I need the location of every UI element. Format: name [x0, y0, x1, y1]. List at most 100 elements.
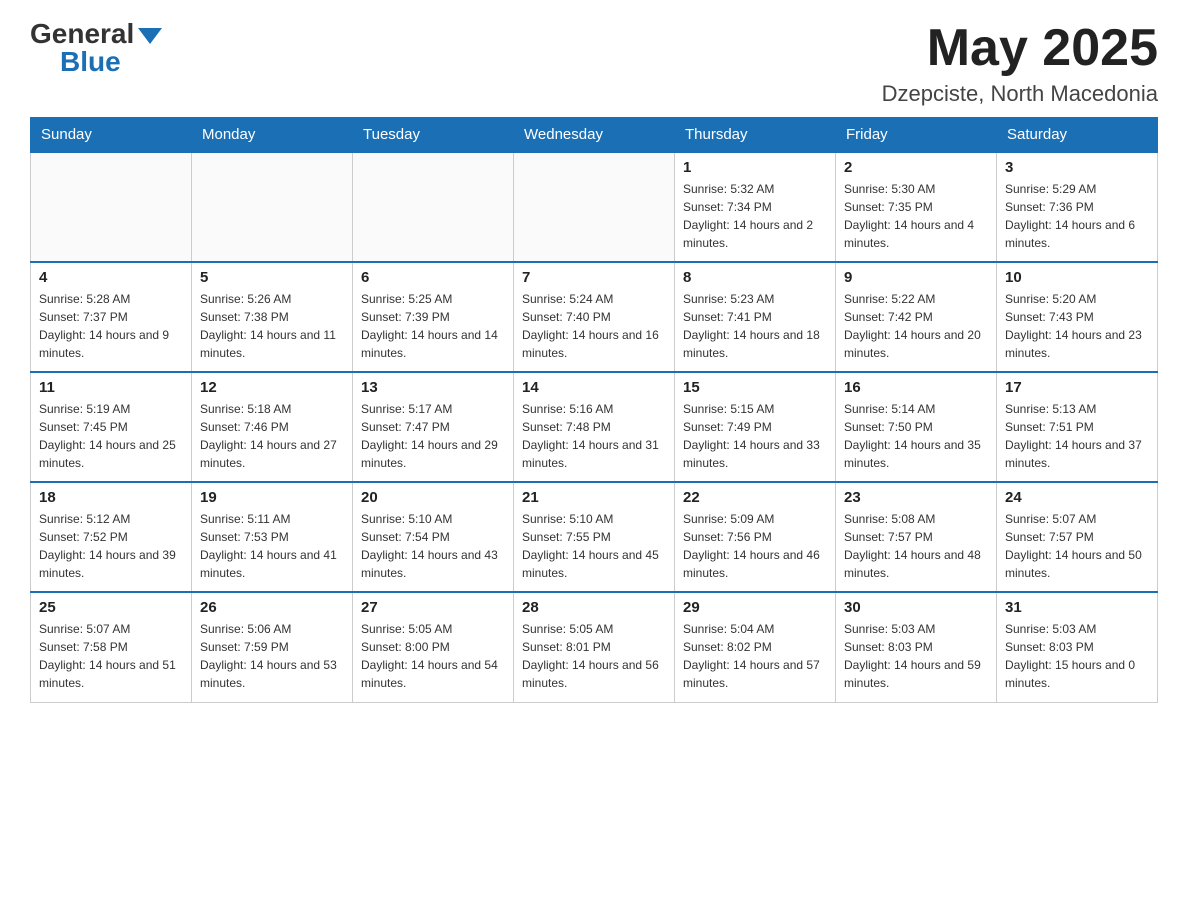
calendar-cell: [192, 152, 353, 262]
logo: General Blue: [30, 20, 162, 76]
day-number: 4: [39, 269, 183, 286]
column-header-monday: Monday: [192, 118, 353, 153]
day-number: 10: [1005, 269, 1149, 286]
day-info: Sunrise: 5:32 AMSunset: 7:34 PMDaylight:…: [683, 180, 827, 252]
day-number: 18: [39, 489, 183, 506]
day-number: 5: [200, 269, 344, 286]
day-number: 29: [683, 599, 827, 616]
calendar-cell: 17Sunrise: 5:13 AMSunset: 7:51 PMDayligh…: [997, 372, 1158, 482]
calendar-cell: 10 Sunrise: 5:20 AMSunset: 7:43 PMDayligh…: [997, 262, 1158, 372]
day-number: 28: [522, 599, 666, 616]
location-subtitle: Dzepciste, North Macedonia: [882, 81, 1158, 107]
day-number: 14: [522, 379, 666, 396]
calendar-cell: 9Sunrise: 5:22 AMSunset: 7:42 PMDaylight…: [836, 262, 997, 372]
calendar-cell: 26 Sunrise: 5:06 AMSunset: 7:59 PMDayligh…: [192, 592, 353, 702]
calendar-cell: 20 Sunrise: 5:10 AMSunset: 7:54 PMDayligh…: [353, 482, 514, 592]
day-info: Sunrise: 5:10 AMSunset: 7:54 PMDaylight:…: [361, 510, 505, 582]
day-info: Sunrise: 5:16 AMSunset: 7:48 PMDaylight:…: [522, 400, 666, 472]
day-number: 31: [1005, 599, 1149, 616]
column-header-tuesday: Tuesday: [353, 118, 514, 153]
calendar-week-row: 11Sunrise: 5:19 AMSunset: 7:45 PMDayligh…: [31, 372, 1158, 482]
day-number: 7: [522, 269, 666, 286]
calendar-cell: 8Sunrise: 5:23 AMSunset: 7:41 PMDaylight…: [675, 262, 836, 372]
day-info: Sunrise: 5:20 AMSunset: 7:43 PMDaylight:…: [1005, 290, 1149, 362]
day-info: Sunrise: 5:15 AMSunset: 7:49 PMDaylight:…: [683, 400, 827, 472]
calendar-table: SundayMondayTuesdayWednesdayThursdayFrid…: [30, 117, 1158, 703]
day-info: Sunrise: 5:05 AMSunset: 8:01 PMDaylight:…: [522, 620, 666, 692]
calendar-week-row: 18 Sunrise: 5:12 AMSunset: 7:52 PMDayligh…: [31, 482, 1158, 592]
column-header-saturday: Saturday: [997, 118, 1158, 153]
calendar-cell: 12 Sunrise: 5:18 AMSunset: 7:46 PMDayligh…: [192, 372, 353, 482]
calendar-week-row: 25 Sunrise: 5:07 AMSunset: 7:58 PMDayligh…: [31, 592, 1158, 702]
day-number: 6: [361, 269, 505, 286]
day-info: Sunrise: 5:29 AMSunset: 7:36 PMDaylight:…: [1005, 180, 1149, 252]
logo-blue-text: Blue: [60, 48, 121, 76]
day-info: Sunrise: 5:03 AMSunset: 8:03 PMDaylight:…: [844, 620, 988, 692]
day-number: 21: [522, 489, 666, 506]
day-info: Sunrise: 5:12 AMSunset: 7:52 PMDaylight:…: [39, 510, 183, 582]
day-info: Sunrise: 5:05 AMSunset: 8:00 PMDaylight:…: [361, 620, 505, 692]
calendar-cell: 16Sunrise: 5:14 AMSunset: 7:50 PMDayligh…: [836, 372, 997, 482]
calendar-cell: 23 Sunrise: 5:08 AMSunset: 7:57 PMDayligh…: [836, 482, 997, 592]
day-info: Sunrise: 5:14 AMSunset: 7:50 PMDaylight:…: [844, 400, 988, 472]
day-number: 20: [361, 489, 505, 506]
calendar-cell: [514, 152, 675, 262]
calendar-cell: 31 Sunrise: 5:03 AMSunset: 8:03 PMDayligh…: [997, 592, 1158, 702]
day-info: Sunrise: 5:03 AMSunset: 8:03 PMDaylight:…: [1005, 620, 1149, 692]
day-number: 17: [1005, 379, 1149, 396]
calendar-cell: 24Sunrise: 5:07 AMSunset: 7:57 PMDayligh…: [997, 482, 1158, 592]
day-info: Sunrise: 5:18 AMSunset: 7:46 PMDaylight:…: [200, 400, 344, 472]
calendar-cell: 28 Sunrise: 5:05 AMSunset: 8:01 PMDayligh…: [514, 592, 675, 702]
calendar-cell: 29 Sunrise: 5:04 AMSunset: 8:02 PMDayligh…: [675, 592, 836, 702]
calendar-week-row: 1 Sunrise: 5:32 AMSunset: 7:34 PMDaylight…: [31, 152, 1158, 262]
title-block: May 2025 Dzepciste, North Macedonia: [882, 20, 1158, 107]
calendar-cell: 4Sunrise: 5:28 AMSunset: 7:37 PMDaylight…: [31, 262, 192, 372]
day-info: Sunrise: 5:26 AMSunset: 7:38 PMDaylight:…: [200, 290, 344, 362]
day-info: Sunrise: 5:07 AMSunset: 7:57 PMDaylight:…: [1005, 510, 1149, 582]
day-number: 1: [683, 159, 827, 176]
day-info: Sunrise: 5:10 AMSunset: 7:55 PMDaylight:…: [522, 510, 666, 582]
day-info: Sunrise: 5:04 AMSunset: 8:02 PMDaylight:…: [683, 620, 827, 692]
calendar-cell: 22 Sunrise: 5:09 AMSunset: 7:56 PMDayligh…: [675, 482, 836, 592]
column-header-friday: Friday: [836, 118, 997, 153]
calendar-cell: 25 Sunrise: 5:07 AMSunset: 7:58 PMDayligh…: [31, 592, 192, 702]
calendar-cell: 27 Sunrise: 5:05 AMSunset: 8:00 PMDayligh…: [353, 592, 514, 702]
day-number: 13: [361, 379, 505, 396]
day-info: Sunrise: 5:09 AMSunset: 7:56 PMDaylight:…: [683, 510, 827, 582]
day-info: Sunrise: 5:25 AMSunset: 7:39 PMDaylight:…: [361, 290, 505, 362]
day-info: Sunrise: 5:11 AMSunset: 7:53 PMDaylight:…: [200, 510, 344, 582]
day-info: Sunrise: 5:24 AMSunset: 7:40 PMDaylight:…: [522, 290, 666, 362]
column-header-thursday: Thursday: [675, 118, 836, 153]
calendar-cell: 6 Sunrise: 5:25 AMSunset: 7:39 PMDaylight…: [353, 262, 514, 372]
calendar-cell: 15 Sunrise: 5:15 AMSunset: 7:49 PMDayligh…: [675, 372, 836, 482]
calendar-cell: 5 Sunrise: 5:26 AMSunset: 7:38 PMDaylight…: [192, 262, 353, 372]
calendar-cell: 2Sunrise: 5:30 AMSunset: 7:35 PMDaylight…: [836, 152, 997, 262]
day-info: Sunrise: 5:17 AMSunset: 7:47 PMDaylight:…: [361, 400, 505, 472]
calendar-cell: 21 Sunrise: 5:10 AMSunset: 7:55 PMDayligh…: [514, 482, 675, 592]
calendar-cell: 19 Sunrise: 5:11 AMSunset: 7:53 PMDayligh…: [192, 482, 353, 592]
day-number: 23: [844, 489, 988, 506]
day-number: 15: [683, 379, 827, 396]
calendar-cell: 14 Sunrise: 5:16 AMSunset: 7:48 PMDayligh…: [514, 372, 675, 482]
day-number: 27: [361, 599, 505, 616]
calendar-cell: [353, 152, 514, 262]
day-info: Sunrise: 5:06 AMSunset: 7:59 PMDaylight:…: [200, 620, 344, 692]
calendar-header-row: SundayMondayTuesdayWednesdayThursdayFrid…: [31, 118, 1158, 153]
day-number: 30: [844, 599, 988, 616]
day-number: 3: [1005, 159, 1149, 176]
day-number: 22: [683, 489, 827, 506]
column-header-sunday: Sunday: [31, 118, 192, 153]
calendar-week-row: 4Sunrise: 5:28 AMSunset: 7:37 PMDaylight…: [31, 262, 1158, 372]
column-header-wednesday: Wednesday: [514, 118, 675, 153]
calendar-cell: 3 Sunrise: 5:29 AMSunset: 7:36 PMDaylight…: [997, 152, 1158, 262]
day-number: 12: [200, 379, 344, 396]
calendar-cell: [31, 152, 192, 262]
day-info: Sunrise: 5:08 AMSunset: 7:57 PMDaylight:…: [844, 510, 988, 582]
logo-general-text: General: [30, 20, 134, 48]
day-number: 26: [200, 599, 344, 616]
day-number: 19: [200, 489, 344, 506]
day-info: Sunrise: 5:07 AMSunset: 7:58 PMDaylight:…: [39, 620, 183, 692]
calendar-cell: 7 Sunrise: 5:24 AMSunset: 7:40 PMDaylight…: [514, 262, 675, 372]
day-number: 25: [39, 599, 183, 616]
day-info: Sunrise: 5:30 AMSunset: 7:35 PMDaylight:…: [844, 180, 988, 252]
